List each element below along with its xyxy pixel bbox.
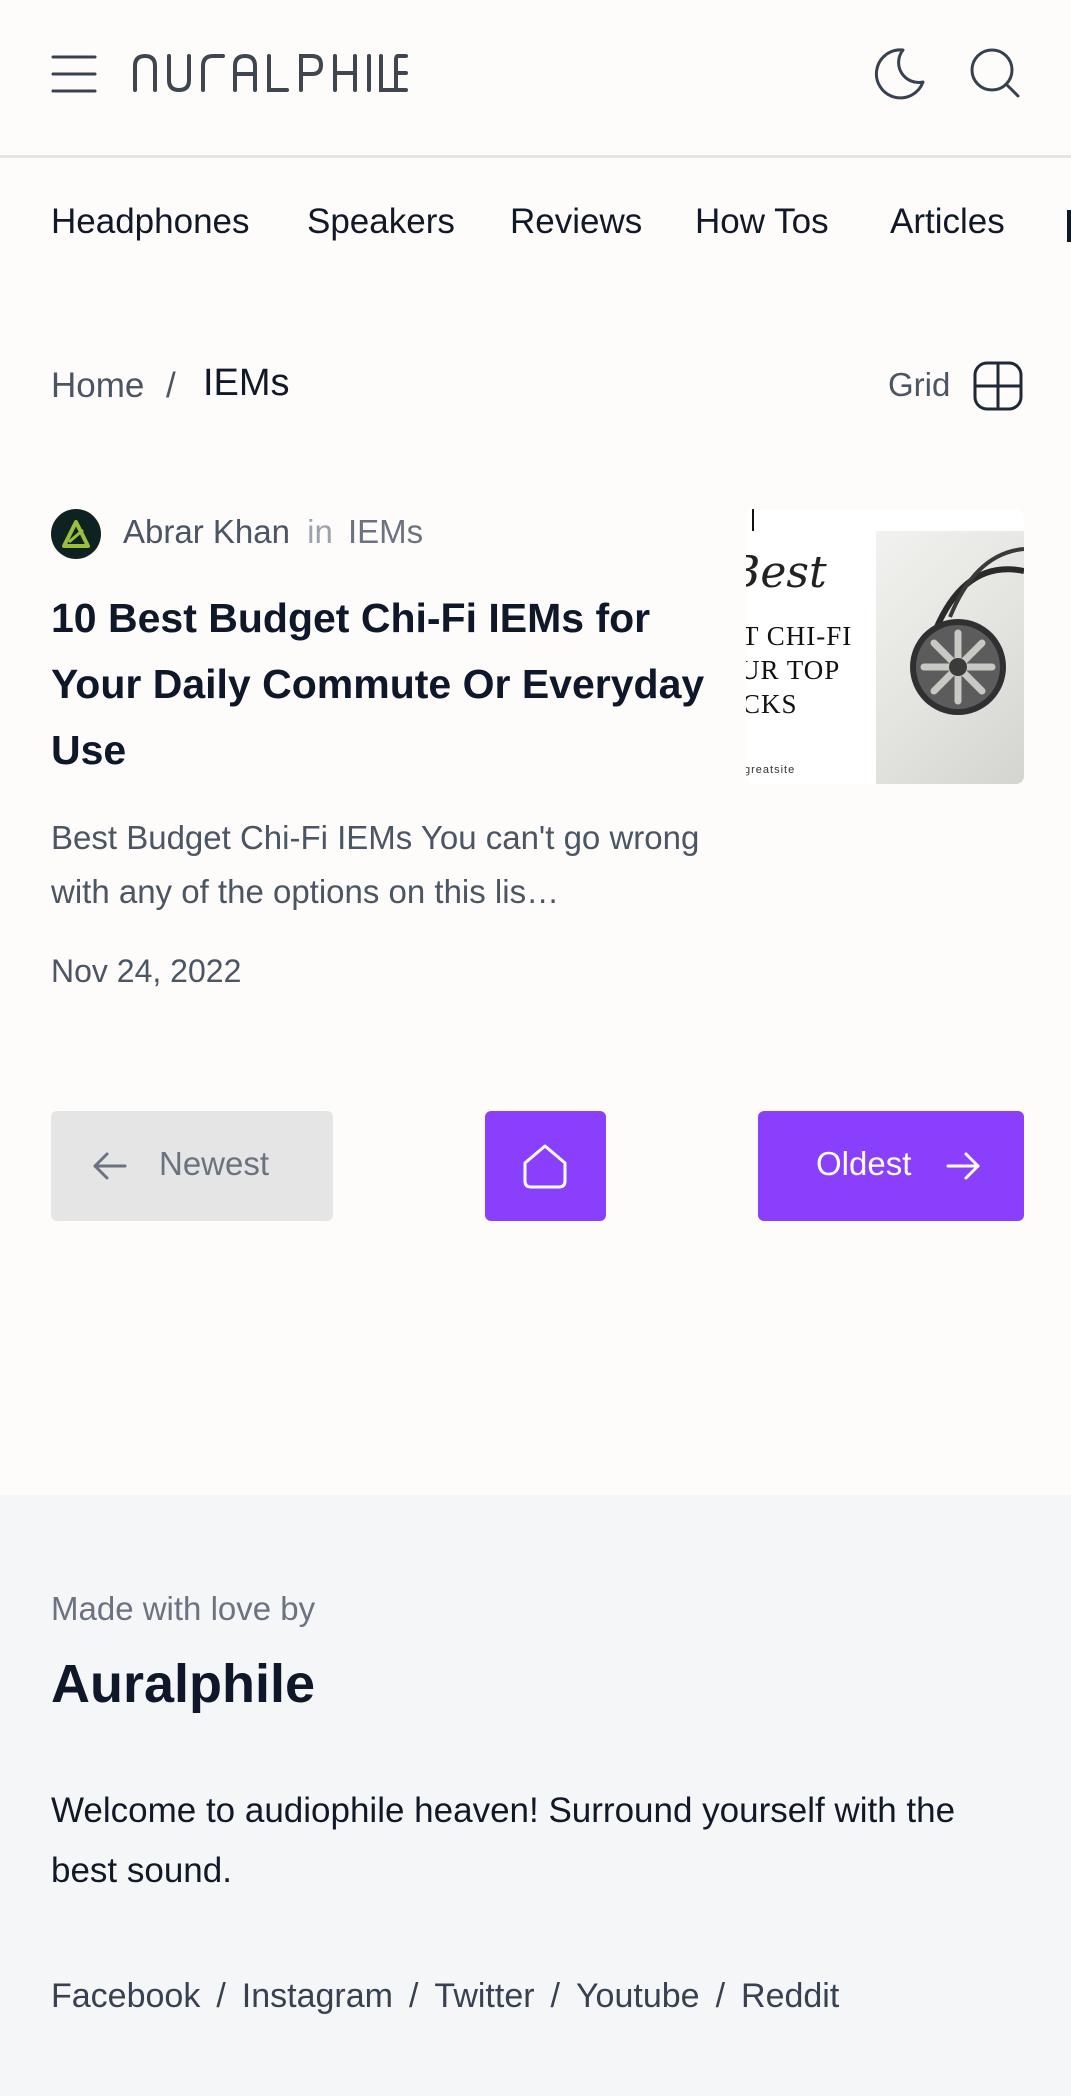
nav-item-headphones[interactable]: Headphones (51, 202, 250, 242)
author-name[interactable]: Abrar Khan (123, 513, 290, 550)
post-title[interactable]: 10 Best Budget Chi-Fi IEMs for Your Dail… (51, 585, 716, 783)
thumbnail-line-2: UR TOP (746, 655, 841, 685)
oldest-button[interactable]: Oldest (758, 1111, 1024, 1221)
post-thumbnail[interactable]: Best T CHI-FI UR TOP CKS greatsite (746, 509, 1024, 784)
grid-view-toggle[interactable]: Grid (888, 358, 1024, 414)
social-separator: / (550, 1977, 560, 2015)
search-icon (970, 48, 1020, 98)
grid-icon (973, 361, 1023, 411)
breadcrumb-home[interactable]: Home (51, 366, 144, 406)
thumbnail-script-text: Best (746, 547, 827, 598)
nav-item-articles[interactable]: Articles (890, 202, 1005, 242)
hamburger-icon (51, 55, 97, 93)
site-footer: Made with love by Auralphile Welcome to … (0, 1495, 1071, 2096)
nav-item-speakers[interactable]: Speakers (307, 202, 455, 242)
nav-item-reviews[interactable]: Reviews (510, 202, 642, 242)
site-header (0, 0, 1071, 158)
arrow-left-icon (93, 1152, 127, 1180)
moon-icon (874, 48, 925, 100)
thumbnail-line-1: T CHI-FI (746, 621, 853, 651)
breadcrumb-separator: / (166, 366, 176, 405)
newest-button[interactable]: Newest (51, 1111, 333, 1221)
menu-button[interactable] (51, 51, 97, 97)
thumbnail-graphic: Best T CHI-FI UR TOP CKS greatsite (746, 509, 876, 784)
social-link-instagram[interactable]: Instagram (242, 1977, 393, 2015)
social-separator: / (408, 1977, 419, 2015)
breadcrumb-current: IEMs (203, 362, 290, 404)
social-separator: / (216, 1977, 226, 2015)
arrow-right-icon (946, 1152, 980, 1180)
author-in-word: in (307, 513, 333, 550)
footer-made-with: Made with love by (51, 1590, 316, 1627)
thumbnail-iem-photo (876, 509, 1024, 784)
footer-social-links: Facebook / Instagram / Twitter / Youtube / Reddi… (51, 1977, 839, 2016)
footer-tagline: Welcome to audiophile heaven! Surround y… (51, 1791, 956, 1890)
social-link-facebook[interactable]: Facebook (51, 1977, 200, 2015)
nav-item-how-tos[interactable]: How Tos (695, 202, 829, 242)
author-avatar[interactable] (51, 509, 101, 559)
footer-brand: Auralphile (51, 1654, 316, 1714)
site-logo[interactable] (132, 52, 410, 94)
author-meta: Abrar Khan in IEMs (123, 513, 423, 551)
home-icon (523, 1144, 567, 1189)
category-nav: Headphones Speakers Reviews How Tos Arti… (0, 188, 1071, 260)
social-link-twitter[interactable]: Twitter (434, 1977, 534, 2015)
social-link-youtube[interactable]: Youtube (576, 1977, 700, 2015)
oldest-label: Oldest (816, 1145, 912, 1182)
pagination: Newest Oldest (51, 1111, 1024, 1221)
thumbnail-line-3: CKS (746, 689, 798, 719)
thumbnail-site-text: greatsite (746, 764, 796, 776)
post-card: Abrar Khan in IEMs 10 Best Budget Chi-Fi… (51, 507, 1024, 997)
post-date: Nov 24, 2022 (51, 953, 242, 989)
post-category-link[interactable]: IEMs (348, 513, 423, 550)
grid-label: Grid (888, 366, 951, 403)
theme-toggle-button[interactable] (873, 46, 927, 100)
home-button[interactable] (485, 1111, 606, 1221)
newest-label: Newest (159, 1145, 270, 1182)
post-excerpt: Best Budget Chi-Fi IEMs You can't go wro… (51, 819, 700, 910)
social-separator: / (715, 1977, 726, 2015)
search-button[interactable] (968, 46, 1022, 100)
nav-overflow-item[interactable] (1067, 210, 1071, 242)
social-link-reddit[interactable]: Reddit (741, 1977, 839, 2015)
